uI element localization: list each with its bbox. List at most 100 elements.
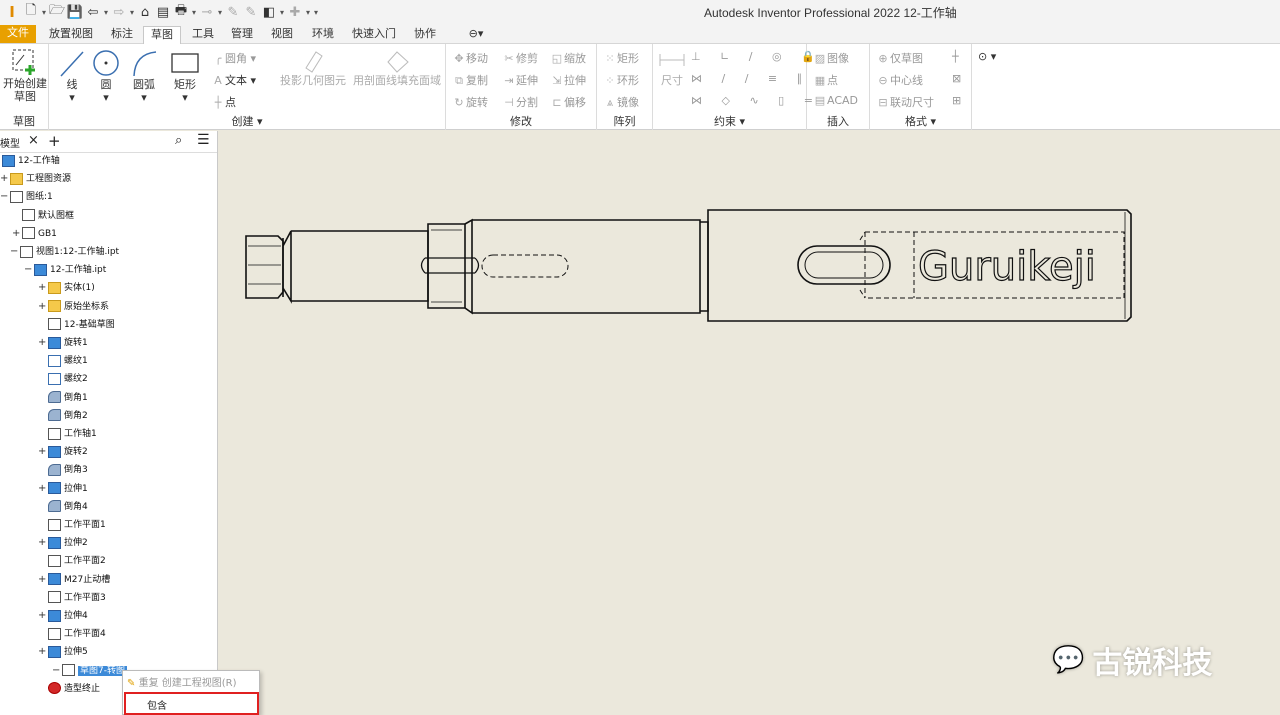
constrain-panel-label[interactable]: 约束 ▾ <box>653 113 806 129</box>
line-button[interactable]: 线 ▾ <box>55 48 89 104</box>
tree-item-revolve-1[interactable]: 旋转1 <box>48 335 88 352</box>
add-dropdown-icon[interactable]: ▾ <box>304 3 312 21</box>
circle-button[interactable]: 圆 ▾ <box>89 48 123 104</box>
tree-item-revolve-2[interactable]: 旋转2 <box>48 444 88 461</box>
expand-toggle-icon[interactable]: + <box>38 610 46 621</box>
tree-item-chamfer-3[interactable]: 倒角3 <box>48 462 88 479</box>
stretch-button[interactable]: ⇲ 拉伸 <box>550 72 586 88</box>
update-icon[interactable]: ▤ <box>154 3 172 21</box>
hatch-fill-button[interactable]: 用剖面线填充面域 <box>351 48 443 87</box>
finish-sketch-dropdown[interactable]: ⊙ ▾ <box>978 50 996 63</box>
tree-item-extrude-5[interactable]: 拉伸5 <box>48 644 88 661</box>
tree-item-end-of-part[interactable]: 造型终止 <box>48 681 100 698</box>
tree-item-extrude-2[interactable]: 拉伸2 <box>48 535 88 552</box>
print-icon[interactable]: 🖶 <box>172 3 190 21</box>
rect-pattern-button[interactable]: ⁙ 矩形 <box>603 50 639 66</box>
offset-button[interactable]: ⊏ 偏移 <box>550 94 586 110</box>
arc-dropdown-icon[interactable]: ▾ <box>141 91 147 104</box>
expand-toggle-icon[interactable]: + <box>38 537 46 548</box>
tree-item-work-plane-2[interactable]: 工作平面2 <box>48 553 106 570</box>
expand-toggle-icon[interactable]: + <box>38 646 46 657</box>
tree-item-base-sketch[interactable]: 12-基础草图 <box>48 317 115 334</box>
expand-toggle-icon[interactable]: + <box>38 337 46 348</box>
ribbon-options-icon[interactable]: ⊖▾ <box>458 26 494 44</box>
tree-item-extrude-1[interactable]: 拉伸1 <box>48 481 88 498</box>
sketch-only-button[interactable]: ⊕ 仅草图 <box>876 50 923 66</box>
undo-dropdown-icon[interactable]: ▾ <box>102 3 110 21</box>
expand-toggle-icon[interactable]: − <box>10 246 18 257</box>
expand-toggle-icon[interactable]: + <box>38 446 46 457</box>
search-icon[interactable]: ⌕ <box>175 133 182 148</box>
add-icon[interactable]: ✚ <box>286 3 304 21</box>
tree-item-m27-groove[interactable]: M27止动槽 <box>48 572 110 589</box>
constraint-row-1[interactable]: ⊥ ∟ ∕ ◎ 🔒 <box>691 50 823 63</box>
tree-item-chamfer-4[interactable]: 倒角4 <box>48 499 88 516</box>
expand-toggle-icon[interactable]: − <box>52 665 60 676</box>
create-panel-label[interactable]: 创建 ▾ <box>49 113 445 129</box>
menu-item-repeat[interactable]: ✎ 重复 创建工程视图(R) <box>127 674 237 689</box>
format-icon-2[interactable]: ⊠ <box>952 72 961 85</box>
image-button[interactable]: ▨ 图像 <box>813 50 849 66</box>
tree-item-work-plane-3[interactable]: 工作平面3 <box>48 590 106 607</box>
tab-sketch[interactable]: 草图 <box>143 26 181 44</box>
tree-item-root-drawing[interactable]: 12-工作轴 <box>2 153 60 170</box>
tree-item-solid-bodies[interactable]: 实体(1) <box>48 280 95 297</box>
redo-icon[interactable]: ⇨ <box>110 3 128 21</box>
tree-item-extrude-4[interactable]: 拉伸4 <box>48 608 88 625</box>
tree-item-origin[interactable]: 原始坐标系 <box>48 299 109 316</box>
color-icon[interactable]: ✎ <box>242 3 260 21</box>
start-sketch-button[interactable]: 开始创建 草图 <box>2 47 48 103</box>
move-button[interactable]: ✥ 移动 <box>452 50 488 66</box>
format-icon-1[interactable]: ┼ <box>952 50 959 63</box>
open-icon[interactable]: 🗁 <box>48 3 66 21</box>
tree-item-gb1[interactable]: GB1 <box>22 226 57 243</box>
tab-collaborate[interactable]: 协作 <box>407 26 443 44</box>
redo-dropdown-icon[interactable]: ▾ <box>128 3 136 21</box>
tab-file[interactable]: 文件 <box>0 25 36 43</box>
customize-qat-icon[interactable]: ▾ <box>312 3 320 21</box>
undo-icon[interactable]: ⇦ <box>84 3 102 21</box>
tree-item-work-plane-4[interactable]: 工作平面4 <box>48 626 106 643</box>
tab-place-views[interactable]: 放置视图 <box>44 26 98 44</box>
tree-item-sketch-7[interactable]: 草图7-转图 <box>62 663 127 680</box>
tab-annotate[interactable]: 标注 <box>104 26 140 44</box>
home-icon[interactable]: ⌂ <box>136 3 154 21</box>
project-geometry-button[interactable]: 投影几何图元 <box>277 48 349 87</box>
tree-item-chamfer-1[interactable]: 倒角1 <box>48 390 88 407</box>
save-icon[interactable]: 💾 <box>66 3 84 21</box>
constraint-row-2[interactable]: ⋈ ∕ ∕ ≡ ∥ <box>691 72 810 85</box>
tree-item-work-plane-1[interactable]: 工作平面1 <box>48 517 106 534</box>
expand-toggle-icon[interactable]: + <box>38 574 46 585</box>
tree-item-chamfer-2[interactable]: 倒角2 <box>48 408 88 425</box>
constraint-row-3[interactable]: ⋈ ◇ ∿ ▯ = <box>691 94 821 107</box>
tab-view[interactable]: 视图 <box>264 26 300 44</box>
tree-item-thread-1[interactable]: 螺纹1 <box>48 353 88 370</box>
expand-toggle-icon[interactable]: + <box>38 483 46 494</box>
driven-dim-button[interactable]: ⊟ 联动尺寸 <box>876 94 934 110</box>
select-icon[interactable]: ✎ <box>224 3 242 21</box>
tree-item-thread-2[interactable]: 螺纹2 <box>48 371 88 388</box>
arc-button[interactable]: 圆弧 ▾ <box>127 48 161 104</box>
tree-item-sheet-1[interactable]: 图纸:1 <box>10 189 53 206</box>
mirror-button[interactable]: ⩓ 镜像 <box>603 94 639 110</box>
line-dropdown-icon[interactable]: ▾ <box>69 91 75 104</box>
tab-get-started[interactable]: 快速入门 <box>346 26 402 44</box>
acad-button[interactable]: ▤ ACAD <box>813 94 858 107</box>
tree-item-drawing-resources[interactable]: 工程图资源 <box>10 171 71 188</box>
expand-toggle-icon[interactable]: − <box>24 264 32 275</box>
scale-button[interactable]: ◱ 缩放 <box>550 50 586 66</box>
format-icon-3[interactable]: ⊞ <box>952 94 961 107</box>
rotate-button[interactable]: ↻ 旋转 <box>452 94 488 110</box>
text-button[interactable]: A 文本 ▾ <box>211 72 256 88</box>
expand-toggle-icon[interactable]: + <box>38 301 46 312</box>
tree-item-work-axis-1[interactable]: 工作轴1 <box>48 426 97 443</box>
measure-dropdown-icon[interactable]: ▾ <box>216 3 224 21</box>
insert-point-button[interactable]: ▦ 点 <box>813 72 838 88</box>
extend-button[interactable]: ⇥ 延伸 <box>502 72 538 88</box>
measure-icon[interactable]: ⊸ <box>198 3 216 21</box>
trim-button[interactable]: ✂ 修剪 <box>502 50 538 66</box>
material-dropdown-icon[interactable]: ▾ <box>278 3 286 21</box>
rectangle-button[interactable]: 矩形 ▾ <box>167 48 203 104</box>
new-icon[interactable]: 🗋 <box>22 3 40 21</box>
point-button[interactable]: ┼ 点 <box>211 94 236 110</box>
